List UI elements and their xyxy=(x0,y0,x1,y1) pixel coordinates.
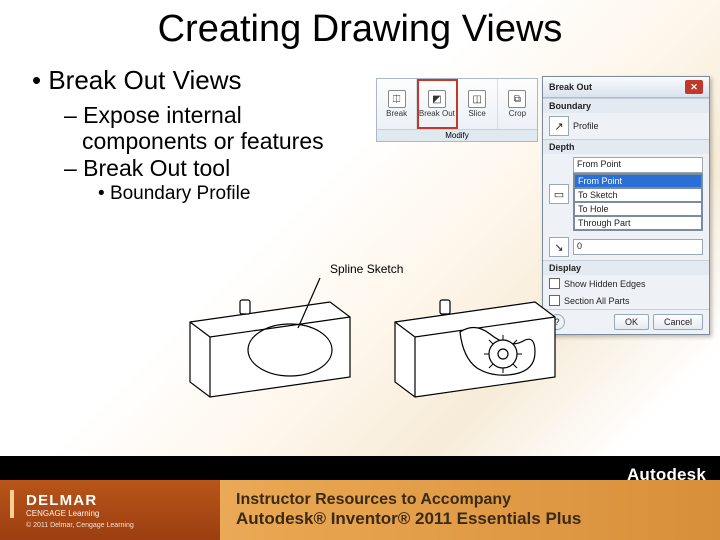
pick-point-icon[interactable]: ↘ xyxy=(549,237,569,257)
delmar-name: DELMAR xyxy=(18,492,220,509)
crop-button[interactable]: ⧉ Crop xyxy=(498,79,537,129)
depth-option[interactable]: To Sketch xyxy=(574,188,702,202)
break-out-button[interactable]: ◩ Break Out xyxy=(417,79,457,129)
ribbon-panel-name: Modify xyxy=(377,129,537,141)
break-icon: ⎅ xyxy=(388,90,406,108)
close-icon[interactable]: ✕ xyxy=(685,80,703,94)
depth-header: Depth xyxy=(543,140,709,154)
break-out-diagram: Spline Sketch xyxy=(180,262,580,412)
ok-button[interactable]: OK xyxy=(614,314,649,330)
break-button[interactable]: ⎅ Break xyxy=(377,79,417,129)
footer-line2: Autodesk® Inventor® 2011 Essentials Plus xyxy=(236,509,720,529)
boundary-header: Boundary xyxy=(543,99,709,113)
break-out-icon: ◩ xyxy=(428,90,446,108)
crop-icon: ⧉ xyxy=(508,90,526,108)
spline-sketch-label: Spline Sketch xyxy=(330,262,403,276)
ribbon-modify-panel: ⎅ Break ◩ Break Out ◫ Slice ⧉ Crop Modif… xyxy=(376,78,538,142)
slice-button[interactable]: ◫ Slice xyxy=(458,79,498,129)
depth-icon[interactable]: ▭ xyxy=(549,184,569,204)
depth-option[interactable]: From Point xyxy=(574,174,702,188)
dialog-title: Break Out xyxy=(549,82,592,92)
slide-title: Creating Drawing Views xyxy=(0,0,720,51)
ribbon-label: Break Out xyxy=(419,109,455,118)
ribbon-label: Break xyxy=(386,109,407,118)
delmar-logo: DELMAR CENGAGE Learning © 2011 Delmar, C… xyxy=(0,480,220,540)
footer-line1: Instructor Resources to Accompany xyxy=(236,491,720,509)
delmar-sub: CENGAGE Learning xyxy=(18,509,220,518)
ribbon-label: Crop xyxy=(509,109,526,118)
footer: DELMAR CENGAGE Learning © 2011 Delmar, C… xyxy=(0,480,720,540)
slice-icon: ◫ xyxy=(468,90,486,108)
pick-icon[interactable]: ↗ xyxy=(549,116,569,136)
depth-option[interactable]: To Hole xyxy=(574,202,702,216)
depth-value-field[interactable]: 0 xyxy=(573,239,703,255)
depth-dropdown[interactable]: From Point xyxy=(573,157,703,173)
parts-illustration xyxy=(180,262,580,412)
cancel-button[interactable]: Cancel xyxy=(653,314,703,330)
boundary-value: Profile xyxy=(573,121,599,131)
ribbon-label: Slice xyxy=(468,109,485,118)
copyright: © 2011 Delmar, Cengage Learning xyxy=(18,522,220,529)
depth-option[interactable]: Through Part xyxy=(574,216,702,230)
